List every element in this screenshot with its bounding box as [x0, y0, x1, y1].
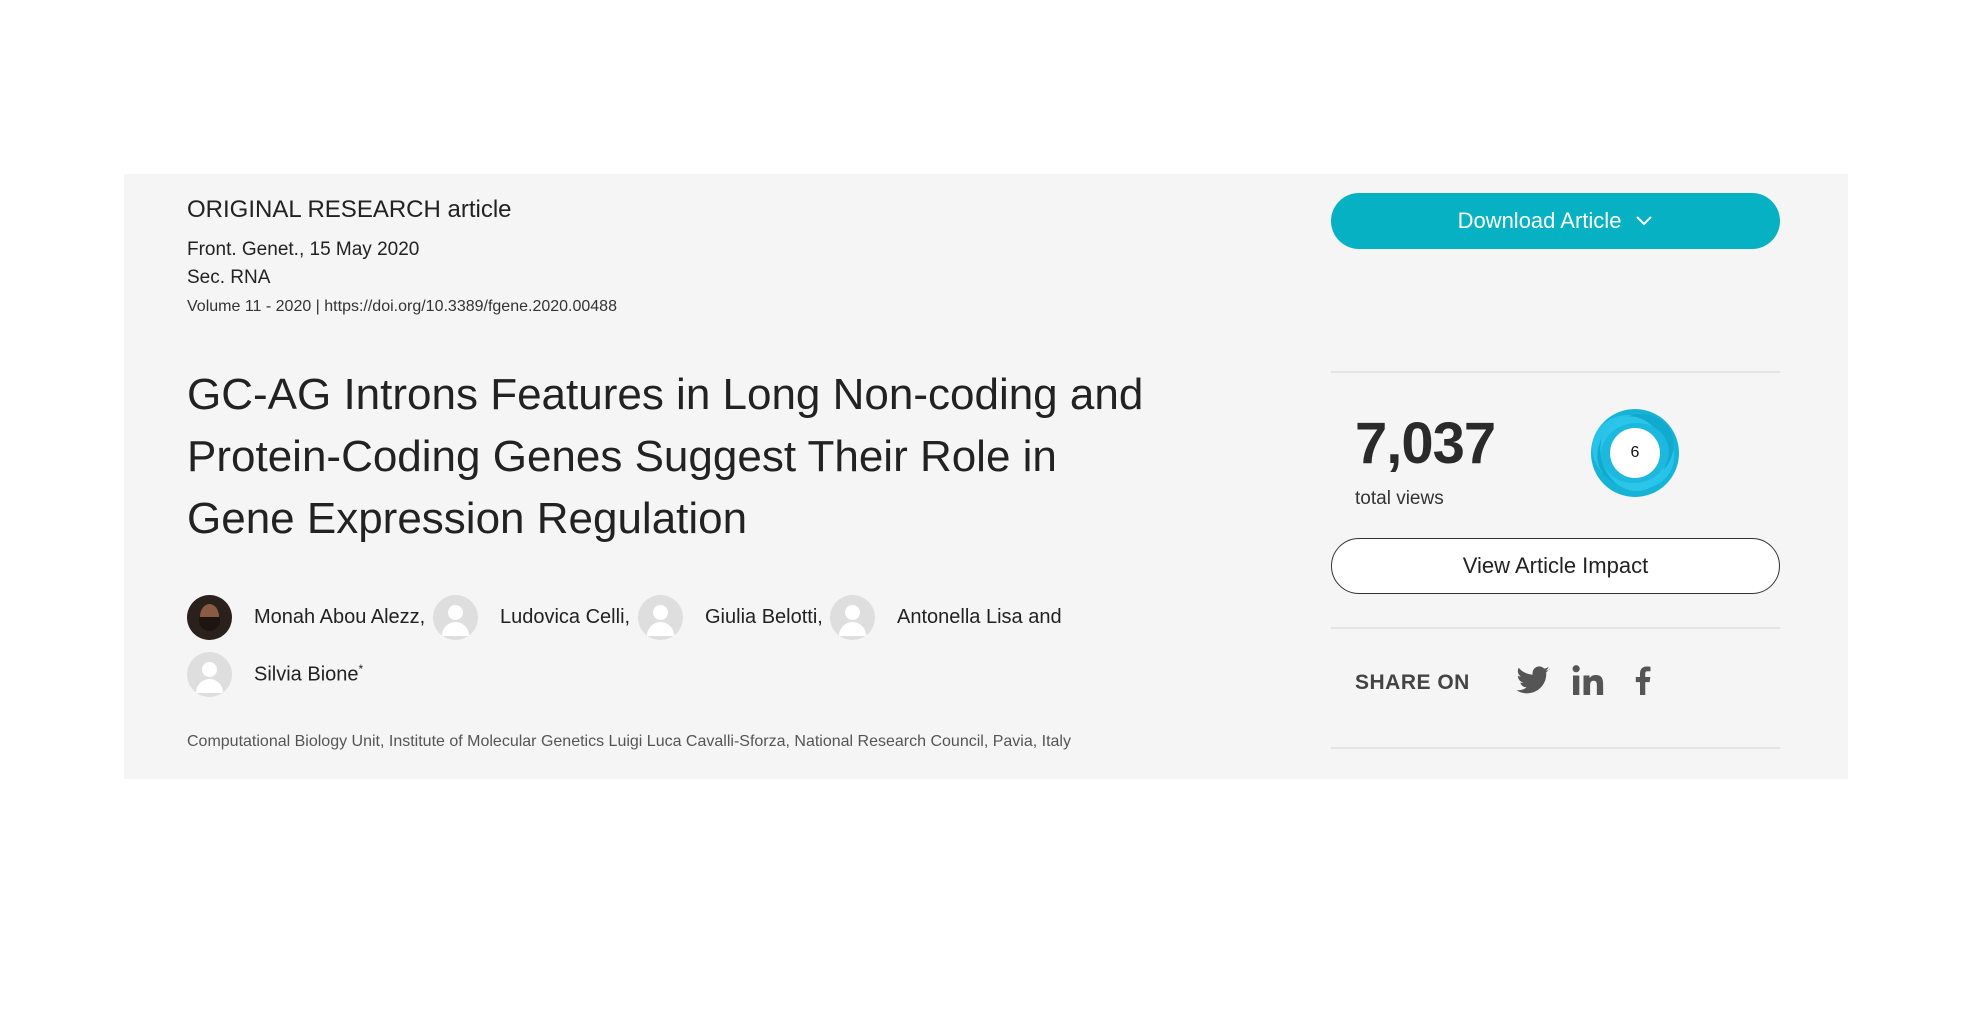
- affiliation: Computational Biology Unit, Institute of…: [187, 733, 1071, 750]
- download-label: Download Article: [1457, 208, 1622, 233]
- author-item[interactable]: Silvia Bione*: [187, 651, 363, 697]
- views-label: total views: [1355, 488, 1444, 509]
- author-name: Monah Abou Alezz,: [254, 605, 426, 628]
- user-avatar-icon: [830, 594, 875, 640]
- author-item[interactable]: Monah Abou Alezz,: [187, 594, 425, 640]
- download-article-button[interactable]: Download Article: [1331, 193, 1780, 249]
- corresponding-mark: *: [358, 661, 364, 676]
- author-name: Silvia Bione*: [254, 662, 363, 687]
- article-section: Sec. RNA: [187, 267, 271, 288]
- divider: [1331, 747, 1780, 749]
- divider: [1331, 371, 1780, 373]
- article-header-panel: ORIGINAL RESEARCH article Front. Genet.,…: [124, 174, 1848, 779]
- author-photo: [187, 594, 232, 640]
- facebook-icon[interactable]: [1625, 662, 1661, 698]
- author-name: Ludovica Celli,: [500, 605, 631, 628]
- user-avatar-icon: [638, 594, 683, 640]
- author-name-text: Silvia Bione: [254, 663, 359, 686]
- twitter-icon[interactable]: [1515, 662, 1551, 698]
- views-count: 7,037: [1355, 411, 1496, 476]
- article-type: ORIGINAL RESEARCH article: [187, 196, 512, 223]
- author-name: Giulia Belotti,: [705, 605, 823, 628]
- doi-link[interactable]: https://doi.org/10.3389/fgene.2020.00488: [324, 298, 617, 315]
- volume-text: Volume 11 - 2020 |: [187, 298, 325, 315]
- journal-date: Front. Genet., 15 May 2020: [187, 239, 420, 260]
- altmetric-score: 6: [1610, 428, 1660, 478]
- divider: [1331, 627, 1780, 629]
- author-item[interactable]: Ludovica Celli,: [433, 594, 630, 640]
- share-label: SHARE ON: [1355, 671, 1470, 694]
- author-item[interactable]: Antonella Lisa and: [830, 594, 1062, 640]
- author-item[interactable]: Giulia Belotti,: [638, 594, 823, 640]
- author-name: Antonella Lisa and: [897, 605, 1062, 628]
- chevron-down-icon: [1636, 216, 1653, 226]
- page: ORIGINAL RESEARCH article Front. Genet.,…: [0, 0, 1964, 1024]
- article-title: GC-AG Introns Features in Long Non-codin…: [187, 370, 1144, 543]
- linkedin-icon[interactable]: [1570, 662, 1606, 698]
- user-avatar-icon: [187, 651, 232, 697]
- volume-doi-line: Volume 11 - 2020 | https://doi.org/10.33…: [187, 298, 617, 316]
- user-avatar-icon: [433, 594, 478, 640]
- view-article-impact-button[interactable]: View Article Impact: [1331, 538, 1780, 594]
